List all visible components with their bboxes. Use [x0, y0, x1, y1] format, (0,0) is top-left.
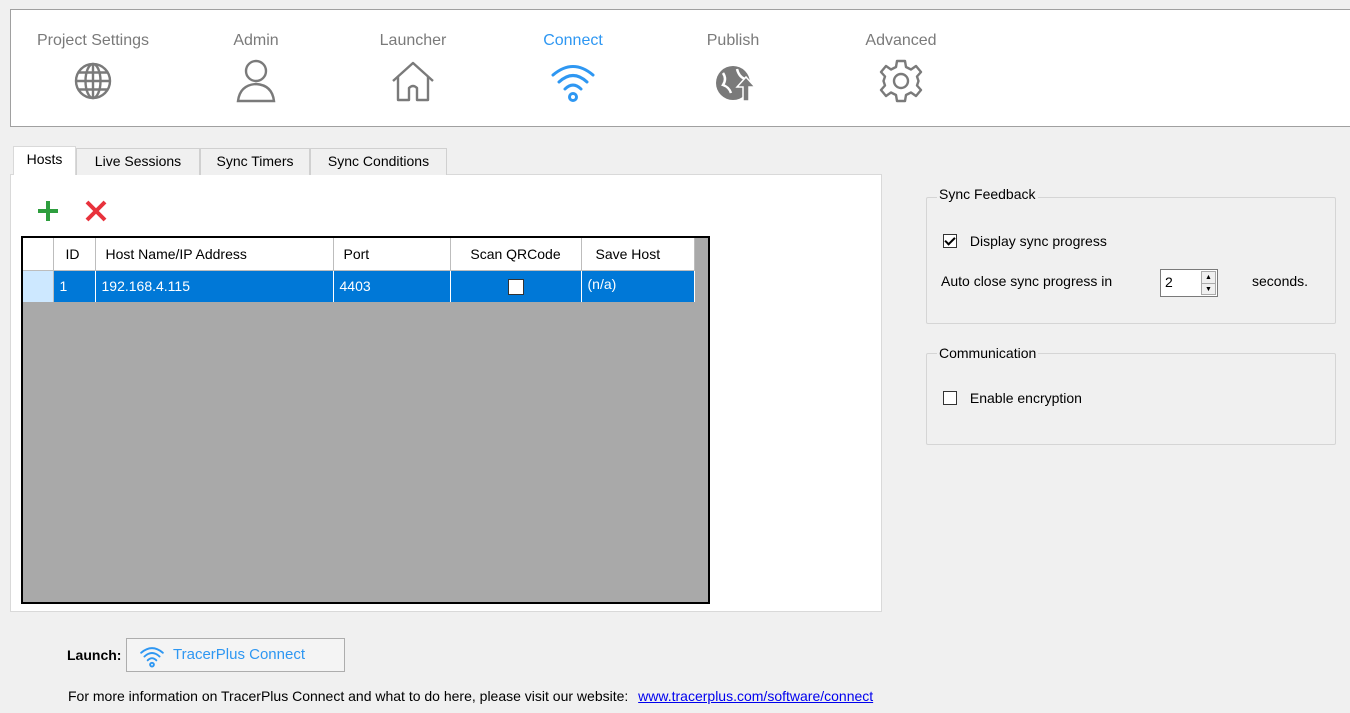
nav-advanced[interactable]: Advanced	[851, 10, 951, 126]
home-icon	[392, 61, 434, 102]
nav-project-settings[interactable]: Project Settings	[23, 10, 163, 126]
remove-host-button[interactable]	[84, 199, 108, 223]
sync-feedback-title: Sync Feedback	[937, 186, 1038, 202]
display-sync-progress-option[interactable]: Display sync progress	[943, 232, 1107, 249]
website-link[interactable]: www.tracerplus.com/software/connect	[638, 688, 873, 704]
nav-admin[interactable]: Admin	[211, 10, 301, 126]
seconds-label: seconds.	[1252, 273, 1309, 289]
nav-label: Advanced	[865, 32, 937, 49]
auto-close-label: Auto close sync progress in	[941, 273, 1113, 289]
x-icon	[85, 200, 107, 222]
row-header-corner	[23, 238, 54, 271]
display-sync-progress-checkbox[interactable]	[943, 234, 957, 249]
add-host-button[interactable]	[36, 199, 60, 223]
hosts-grid[interactable]: ID Host Name/IP Address Port Scan QRCode…	[21, 236, 710, 604]
column-header-id[interactable]: ID	[53, 238, 96, 271]
cell-host[interactable]: 192.168.4.115	[95, 270, 334, 302]
column-header-scan-qrcode[interactable]: Scan QRCode	[450, 238, 582, 271]
stepper-buttons: ▲ ▼	[1201, 271, 1216, 295]
tab-sync-timers[interactable]: Sync Timers	[200, 148, 310, 175]
scan-qrcode-checkbox[interactable]	[507, 278, 524, 295]
cell-id[interactable]: 1	[53, 270, 96, 302]
sync-feedback-group	[926, 197, 1336, 324]
nav-label: Connect	[543, 32, 603, 49]
nav-label: Admin	[233, 32, 279, 49]
tab-hosts[interactable]: Hosts	[13, 146, 76, 175]
user-icon	[236, 59, 276, 103]
globe-icon	[74, 62, 112, 100]
stepper-up-icon[interactable]: ▲	[1202, 272, 1215, 283]
nav-launcher[interactable]: Launcher	[363, 10, 463, 126]
table-row[interactable]: 1 192.168.4.115 4403 (n/a)	[23, 270, 695, 302]
display-sync-progress-label: Display sync progress	[969, 233, 1107, 250]
top-navigation: Project Settings Admin Launcher Connect …	[10, 9, 1350, 127]
cell-save-host[interactable]: (n/a)	[581, 270, 695, 302]
globe-upload-icon	[716, 66, 757, 102]
enable-encryption-option[interactable]: Enable encryption	[943, 389, 1082, 406]
nav-connect[interactable]: Connect	[523, 10, 623, 126]
info-text: For more information on TracerPlus Conne…	[68, 688, 629, 704]
tab-live-sessions[interactable]: Live Sessions	[76, 148, 200, 175]
nav-label: Launcher	[379, 32, 447, 49]
hosts-table: ID Host Name/IP Address Port Scan QRCode…	[23, 238, 695, 302]
row-header[interactable]	[23, 270, 54, 302]
wifi-icon	[551, 65, 595, 102]
enable-encryption-label: Enable encryption	[969, 390, 1082, 407]
communication-title: Communication	[937, 345, 1039, 361]
auto-close-seconds-stepper[interactable]: ▲ ▼	[1160, 269, 1218, 297]
plus-icon	[38, 201, 58, 221]
wifi-icon	[140, 647, 164, 668]
stepper-down-icon[interactable]: ▼	[1202, 283, 1215, 294]
gear-icon	[879, 59, 923, 103]
column-header-port[interactable]: Port	[333, 238, 451, 271]
cell-scan-qrcode[interactable]	[450, 270, 582, 302]
launch-tracerplus-connect-button[interactable]: TracerPlus Connect	[126, 638, 345, 672]
column-header-save-host[interactable]: Save Host	[581, 238, 695, 271]
enable-encryption-checkbox[interactable]	[943, 391, 957, 406]
auto-close-seconds-input[interactable]	[1161, 270, 1199, 294]
table-header-row: ID Host Name/IP Address Port Scan QRCode…	[23, 238, 695, 271]
nav-label: Publish	[706, 32, 760, 49]
cell-port[interactable]: 4403	[333, 270, 451, 302]
column-header-host[interactable]: Host Name/IP Address	[95, 238, 334, 271]
info-line: For more information on TracerPlus Conne…	[68, 688, 873, 704]
nav-publish[interactable]: Publish	[683, 10, 783, 126]
nav-label: Project Settings	[36, 32, 150, 49]
launch-button-label: TracerPlus Connect	[173, 646, 305, 663]
tab-sync-conditions[interactable]: Sync Conditions	[310, 148, 447, 175]
launch-label: Launch:	[67, 647, 122, 663]
